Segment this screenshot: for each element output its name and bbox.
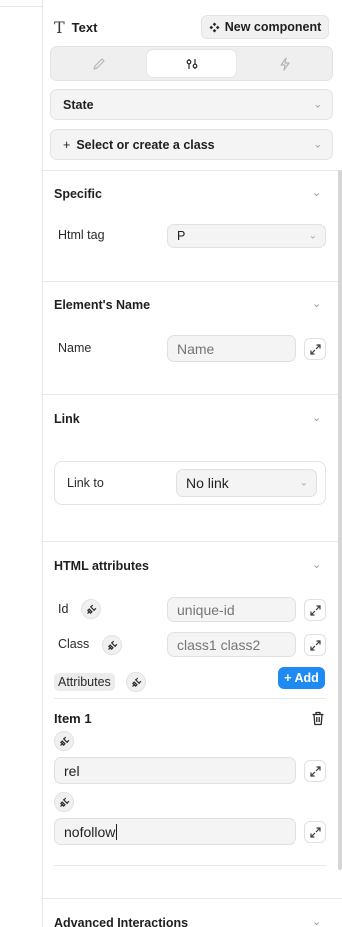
add-attribute-button[interactable]: + Add — [278, 667, 325, 689]
item-divider — [54, 865, 326, 866]
section-collapse-chevron-icon[interactable]: ⌄ — [312, 186, 321, 199]
attributes-label: Attributes — [54, 673, 115, 691]
attribute-value-input[interactable]: nofollow — [54, 818, 296, 845]
canvas-edge-line — [0, 6, 43, 7]
text-type-icon: T — [54, 17, 65, 37]
expand-icon[interactable] — [304, 634, 326, 656]
pencil-icon — [92, 57, 105, 70]
new-component-label: New component — [224, 20, 322, 34]
link-to-value: No link — [186, 475, 229, 491]
component-icon — [209, 21, 220, 33]
panel-tabs — [50, 46, 333, 81]
element-type-label: Text — [71, 19, 98, 35]
link-to-select[interactable]: No link ⌄ — [176, 469, 317, 497]
attribute-value-value: nofollow — [64, 823, 116, 840]
section-title-html-attributes: HTML attributes — [54, 559, 149, 573]
expand-icon[interactable] — [304, 599, 326, 621]
state-dropdown-label: State — [63, 97, 94, 112]
class-dropdown[interactable]: + Select or create a class ⌄ — [50, 129, 333, 160]
element-type-header: T Text — [54, 16, 97, 38]
bind-plug-icon[interactable] — [81, 599, 101, 619]
section-collapse-chevron-icon[interactable]: ⌄ — [312, 411, 321, 424]
section-divider — [43, 170, 342, 171]
attributes-divider — [54, 698, 326, 699]
section-title-advanced-interactions: Advanced Interactions — [54, 916, 189, 927]
bind-plug-icon[interactable] — [126, 672, 146, 692]
section-collapse-chevron-icon[interactable]: ⌄ — [312, 915, 321, 927]
tab-interactions[interactable] — [240, 50, 329, 77]
attribute-name-input[interactable]: rel — [54, 757, 296, 784]
chevron-down-icon: ⌄ — [308, 230, 317, 242]
name-input[interactable] — [167, 335, 296, 362]
chevron-down-icon: ⌄ — [313, 139, 322, 150]
expand-icon[interactable] — [304, 760, 326, 782]
panel-scrollbar[interactable] — [338, 170, 342, 870]
html-tag-value: P — [177, 229, 186, 243]
plus-icon: + — [284, 671, 292, 685]
section-title-element-name: Element's Name — [54, 298, 151, 312]
attribute-item-title: Item 1 — [54, 711, 92, 726]
attribute-name-value: rel — [64, 762, 80, 779]
chevron-down-icon: ⌄ — [313, 99, 322, 110]
bind-plug-icon[interactable] — [54, 792, 74, 812]
section-title-link: Link — [54, 412, 80, 426]
section-divider — [43, 898, 342, 899]
text-caret — [116, 823, 118, 840]
tab-settings[interactable] — [147, 50, 236, 77]
sliders-icon — [186, 58, 197, 69]
new-component-button[interactable]: New component — [201, 15, 329, 39]
properties-panel: T Text New component State ⌄ + Select or… — [43, 0, 342, 927]
bolt-icon — [279, 56, 290, 71]
expand-icon[interactable] — [304, 821, 326, 843]
add-label: Add — [294, 671, 319, 685]
section-title-specific: Specific — [54, 187, 102, 201]
trash-icon[interactable] — [311, 711, 325, 729]
bind-plug-icon[interactable] — [54, 731, 74, 751]
plus-icon: + — [63, 137, 71, 152]
link-to-label: Link to — [67, 476, 104, 490]
section-divider — [43, 394, 342, 395]
section-divider — [43, 541, 342, 542]
chevron-down-icon: ⌄ — [299, 477, 308, 489]
id-input[interactable] — [167, 597, 296, 622]
name-label: Name — [58, 341, 92, 355]
html-tag-label: Html tag — [58, 228, 105, 242]
class-input[interactable] — [167, 632, 296, 657]
link-box: Link to No link ⌄ — [54, 461, 326, 505]
class-label: Class — [58, 637, 90, 651]
class-dropdown-label: Select or create a class — [76, 137, 215, 152]
section-collapse-chevron-icon[interactable]: ⌄ — [312, 297, 321, 310]
state-dropdown[interactable]: State ⌄ — [50, 89, 333, 120]
section-divider — [43, 281, 342, 282]
id-label: Id — [58, 602, 69, 616]
section-collapse-chevron-icon[interactable]: ⌄ — [312, 558, 321, 571]
html-tag-select[interactable]: P ⌄ — [167, 224, 326, 248]
tab-style[interactable] — [54, 50, 143, 77]
expand-icon[interactable] — [304, 338, 326, 360]
bind-plug-icon[interactable] — [102, 635, 122, 655]
canvas-edge — [0, 0, 43, 927]
